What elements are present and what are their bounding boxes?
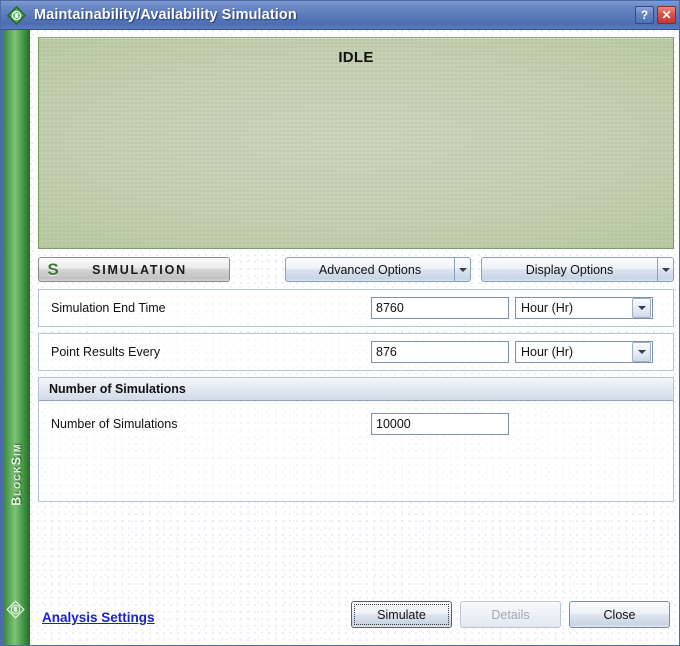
form-row-point-results-every: Point Results Every 876 Hour (Hr) — [38, 333, 674, 371]
point-results-every-input[interactable]: 876 — [371, 341, 509, 363]
simulation-badge-label: SIMULATION — [92, 262, 187, 277]
form-row-simulation-end-time: Simulation End Time 8760 Hour (Hr) — [38, 289, 674, 327]
advanced-options-label[interactable]: Advanced Options — [285, 257, 454, 282]
number-of-simulations-label: Number of Simulations — [51, 417, 178, 431]
point-results-every-unit-value: Hour (Hr) — [521, 345, 574, 359]
sidebar-product-label: BlockSim — [9, 443, 24, 506]
display-options-dropdown-toggle[interactable] — [657, 257, 674, 282]
simulation-s-logo-icon: S — [47, 259, 59, 279]
chevron-down-glyph — [637, 350, 646, 354]
advanced-options-dropdown-toggle[interactable] — [454, 257, 471, 282]
chevron-down-glyph — [637, 306, 646, 310]
number-of-simulations-group: Number of Simulations Number of Simulati… — [38, 377, 674, 502]
number-of-simulations-group-header: Number of Simulations — [39, 378, 673, 401]
number-of-simulations-group-title: Number of Simulations — [49, 382, 186, 396]
blocksim-hexagon-b-icon — [6, 600, 25, 619]
dialog-window: Maintainability/Availability Simulation … — [0, 0, 680, 646]
details-button: Details — [460, 601, 561, 628]
product-sidebar: BlockSim — [1, 30, 30, 645]
simulation-end-time-unit-select[interactable]: Hour (Hr) — [515, 297, 653, 319]
display-options-button[interactable]: Display Options — [481, 257, 674, 282]
help-button[interactable]: ? — [635, 6, 654, 24]
dialog-content: IDLE S SIMULATION Advanced Options Displ… — [30, 30, 679, 645]
simulation-end-time-input[interactable]: 8760 — [371, 297, 509, 319]
chevron-down-icon[interactable] — [632, 298, 651, 318]
simulate-button[interactable]: Simulate — [351, 601, 452, 628]
form-row-number-of-simulations: Number of Simulations 10000 — [39, 407, 673, 441]
point-results-every-unit-select[interactable]: Hour (Hr) — [515, 341, 653, 363]
chevron-down-icon — [661, 267, 670, 272]
simulation-status-panel: IDLE — [38, 37, 674, 249]
simulation-header-row: S SIMULATION Advanced Options Display Op… — [38, 257, 674, 283]
analysis-settings-link[interactable]: Analysis Settings — [42, 610, 155, 625]
simulation-end-time-label: Simulation End Time — [51, 301, 166, 315]
window-title: Maintainability/Availability Simulation — [34, 7, 297, 23]
number-of-simulations-input[interactable]: 10000 — [371, 413, 509, 435]
simulation-badge: S SIMULATION — [38, 257, 230, 282]
title-bar[interactable]: Maintainability/Availability Simulation … — [1, 1, 679, 30]
close-icon[interactable]: ✕ — [657, 6, 676, 24]
chevron-down-icon[interactable] — [632, 342, 651, 362]
blocksim-diamond-icon — [6, 5, 27, 25]
chevron-down-icon — [458, 267, 467, 272]
simulation-end-time-unit-value: Hour (Hr) — [521, 301, 574, 315]
point-results-every-label: Point Results Every — [51, 345, 161, 359]
advanced-options-button[interactable]: Advanced Options — [285, 257, 471, 282]
close-button[interactable]: Close — [569, 601, 670, 628]
display-options-label[interactable]: Display Options — [481, 257, 657, 282]
simulation-status-text: IDLE — [338, 49, 374, 66]
